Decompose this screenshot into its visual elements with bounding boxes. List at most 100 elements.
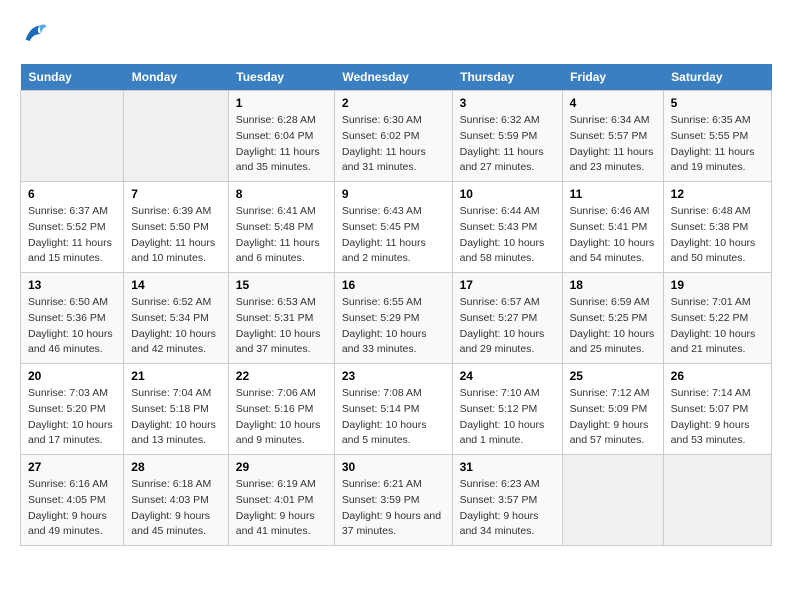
day-number: 22	[236, 369, 327, 383]
day-number: 2	[342, 96, 445, 110]
day-info: Sunrise: 6:43 AMSunset: 5:45 PMDaylight:…	[342, 204, 445, 267]
calendar-cell-w4-d4: 31 Sunrise: 6:23 AMSunset: 3:57 PMDaylig…	[452, 455, 562, 546]
day-number: 3	[460, 96, 555, 110]
day-number: 18	[570, 278, 656, 292]
day-number: 12	[671, 187, 764, 201]
day-info: Sunrise: 6:28 AMSunset: 6:04 PMDaylight:…	[236, 113, 327, 176]
calendar-cell-w1-d5: 11 Sunrise: 6:46 AMSunset: 5:41 PMDaylig…	[562, 182, 663, 273]
day-info: Sunrise: 7:06 AMSunset: 5:16 PMDaylight:…	[236, 386, 327, 449]
day-info: Sunrise: 7:14 AMSunset: 5:07 PMDaylight:…	[671, 386, 764, 449]
day-info: Sunrise: 6:48 AMSunset: 5:38 PMDaylight:…	[671, 204, 764, 267]
calendar-cell-w4-d1: 28 Sunrise: 6:18 AMSunset: 4:03 PMDaylig…	[124, 455, 229, 546]
day-number: 1	[236, 96, 327, 110]
day-info: Sunrise: 6:52 AMSunset: 5:34 PMDaylight:…	[131, 295, 221, 358]
calendar-cell-w4-d6	[663, 455, 771, 546]
calendar-cell-w2-d5: 18 Sunrise: 6:59 AMSunset: 5:25 PMDaylig…	[562, 273, 663, 364]
day-number: 6	[28, 187, 116, 201]
calendar-cell-w4-d3: 30 Sunrise: 6:21 AMSunset: 3:59 PMDaylig…	[334, 455, 452, 546]
day-info: Sunrise: 6:30 AMSunset: 6:02 PMDaylight:…	[342, 113, 445, 176]
day-info: Sunrise: 7:04 AMSunset: 5:18 PMDaylight:…	[131, 386, 221, 449]
calendar-cell-w2-d0: 13 Sunrise: 6:50 AMSunset: 5:36 PMDaylig…	[21, 273, 124, 364]
calendar-cell-w3-d5: 25 Sunrise: 7:12 AMSunset: 5:09 PMDaylig…	[562, 364, 663, 455]
day-info: Sunrise: 6:39 AMSunset: 5:50 PMDaylight:…	[131, 204, 221, 267]
col-header-wednesday: Wednesday	[334, 64, 452, 91]
col-header-monday: Monday	[124, 64, 229, 91]
day-info: Sunrise: 7:03 AMSunset: 5:20 PMDaylight:…	[28, 386, 116, 449]
day-info: Sunrise: 6:32 AMSunset: 5:59 PMDaylight:…	[460, 113, 555, 176]
day-number: 26	[671, 369, 764, 383]
calendar-cell-w3-d0: 20 Sunrise: 7:03 AMSunset: 5:20 PMDaylig…	[21, 364, 124, 455]
calendar-cell-w2-d6: 19 Sunrise: 7:01 AMSunset: 5:22 PMDaylig…	[663, 273, 771, 364]
day-number: 5	[671, 96, 764, 110]
calendar-cell-w1-d6: 12 Sunrise: 6:48 AMSunset: 5:38 PMDaylig…	[663, 182, 771, 273]
day-number: 23	[342, 369, 445, 383]
calendar-cell-w2-d4: 17 Sunrise: 6:57 AMSunset: 5:27 PMDaylig…	[452, 273, 562, 364]
calendar-cell-w1-d1: 7 Sunrise: 6:39 AMSunset: 5:50 PMDayligh…	[124, 182, 229, 273]
day-number: 20	[28, 369, 116, 383]
calendar-cell-w1-d2: 8 Sunrise: 6:41 AMSunset: 5:48 PMDayligh…	[228, 182, 334, 273]
day-number: 11	[570, 187, 656, 201]
day-number: 30	[342, 460, 445, 474]
day-number: 29	[236, 460, 327, 474]
day-number: 15	[236, 278, 327, 292]
col-header-friday: Friday	[562, 64, 663, 91]
day-info: Sunrise: 6:50 AMSunset: 5:36 PMDaylight:…	[28, 295, 116, 358]
day-info: Sunrise: 6:55 AMSunset: 5:29 PMDaylight:…	[342, 295, 445, 358]
day-info: Sunrise: 6:44 AMSunset: 5:43 PMDaylight:…	[460, 204, 555, 267]
day-info: Sunrise: 6:57 AMSunset: 5:27 PMDaylight:…	[460, 295, 555, 358]
day-number: 24	[460, 369, 555, 383]
day-info: Sunrise: 7:01 AMSunset: 5:22 PMDaylight:…	[671, 295, 764, 358]
calendar-cell-w0-d6: 5 Sunrise: 6:35 AMSunset: 5:55 PMDayligh…	[663, 91, 771, 182]
calendar-cell-w2-d2: 15 Sunrise: 6:53 AMSunset: 5:31 PMDaylig…	[228, 273, 334, 364]
day-number: 31	[460, 460, 555, 474]
day-number: 16	[342, 278, 445, 292]
calendar-cell-w4-d0: 27 Sunrise: 6:16 AMSunset: 4:05 PMDaylig…	[21, 455, 124, 546]
col-header-thursday: Thursday	[452, 64, 562, 91]
day-number: 4	[570, 96, 656, 110]
day-number: 25	[570, 369, 656, 383]
day-info: Sunrise: 6:16 AMSunset: 4:05 PMDaylight:…	[28, 477, 116, 540]
day-info: Sunrise: 7:12 AMSunset: 5:09 PMDaylight:…	[570, 386, 656, 449]
calendar-cell-w3-d3: 23 Sunrise: 7:08 AMSunset: 5:14 PMDaylig…	[334, 364, 452, 455]
page-header	[20, 20, 772, 48]
calendar-cell-w1-d4: 10 Sunrise: 6:44 AMSunset: 5:43 PMDaylig…	[452, 182, 562, 273]
calendar-table: SundayMondayTuesdayWednesdayThursdayFrid…	[20, 64, 772, 546]
calendar-cell-w1-d3: 9 Sunrise: 6:43 AMSunset: 5:45 PMDayligh…	[334, 182, 452, 273]
calendar-cell-w1-d0: 6 Sunrise: 6:37 AMSunset: 5:52 PMDayligh…	[21, 182, 124, 273]
calendar-cell-w0-d5: 4 Sunrise: 6:34 AMSunset: 5:57 PMDayligh…	[562, 91, 663, 182]
day-number: 14	[131, 278, 221, 292]
day-number: 19	[671, 278, 764, 292]
calendar-cell-w0-d3: 2 Sunrise: 6:30 AMSunset: 6:02 PMDayligh…	[334, 91, 452, 182]
day-number: 7	[131, 187, 221, 201]
calendar-cell-w0-d0	[21, 91, 124, 182]
calendar-cell-w3-d2: 22 Sunrise: 7:06 AMSunset: 5:16 PMDaylig…	[228, 364, 334, 455]
day-info: Sunrise: 7:08 AMSunset: 5:14 PMDaylight:…	[342, 386, 445, 449]
col-header-tuesday: Tuesday	[228, 64, 334, 91]
day-info: Sunrise: 6:35 AMSunset: 5:55 PMDaylight:…	[671, 113, 764, 176]
calendar-cell-w4-d5	[562, 455, 663, 546]
day-number: 13	[28, 278, 116, 292]
col-header-saturday: Saturday	[663, 64, 771, 91]
logo	[20, 20, 52, 48]
day-info: Sunrise: 7:10 AMSunset: 5:12 PMDaylight:…	[460, 386, 555, 449]
day-info: Sunrise: 6:21 AMSunset: 3:59 PMDaylight:…	[342, 477, 445, 540]
calendar-cell-w2-d3: 16 Sunrise: 6:55 AMSunset: 5:29 PMDaylig…	[334, 273, 452, 364]
day-number: 9	[342, 187, 445, 201]
calendar-cell-w3-d1: 21 Sunrise: 7:04 AMSunset: 5:18 PMDaylig…	[124, 364, 229, 455]
day-info: Sunrise: 6:46 AMSunset: 5:41 PMDaylight:…	[570, 204, 656, 267]
day-info: Sunrise: 6:23 AMSunset: 3:57 PMDaylight:…	[460, 477, 555, 540]
day-number: 27	[28, 460, 116, 474]
day-info: Sunrise: 6:34 AMSunset: 5:57 PMDaylight:…	[570, 113, 656, 176]
day-number: 21	[131, 369, 221, 383]
day-info: Sunrise: 6:19 AMSunset: 4:01 PMDaylight:…	[236, 477, 327, 540]
logo-bird-icon	[20, 20, 48, 48]
calendar-cell-w2-d1: 14 Sunrise: 6:52 AMSunset: 5:34 PMDaylig…	[124, 273, 229, 364]
calendar-cell-w3-d4: 24 Sunrise: 7:10 AMSunset: 5:12 PMDaylig…	[452, 364, 562, 455]
day-info: Sunrise: 6:53 AMSunset: 5:31 PMDaylight:…	[236, 295, 327, 358]
day-number: 28	[131, 460, 221, 474]
day-number: 8	[236, 187, 327, 201]
calendar-cell-w0-d4: 3 Sunrise: 6:32 AMSunset: 5:59 PMDayligh…	[452, 91, 562, 182]
calendar-cell-w0-d1	[124, 91, 229, 182]
day-info: Sunrise: 6:18 AMSunset: 4:03 PMDaylight:…	[131, 477, 221, 540]
day-info: Sunrise: 6:59 AMSunset: 5:25 PMDaylight:…	[570, 295, 656, 358]
